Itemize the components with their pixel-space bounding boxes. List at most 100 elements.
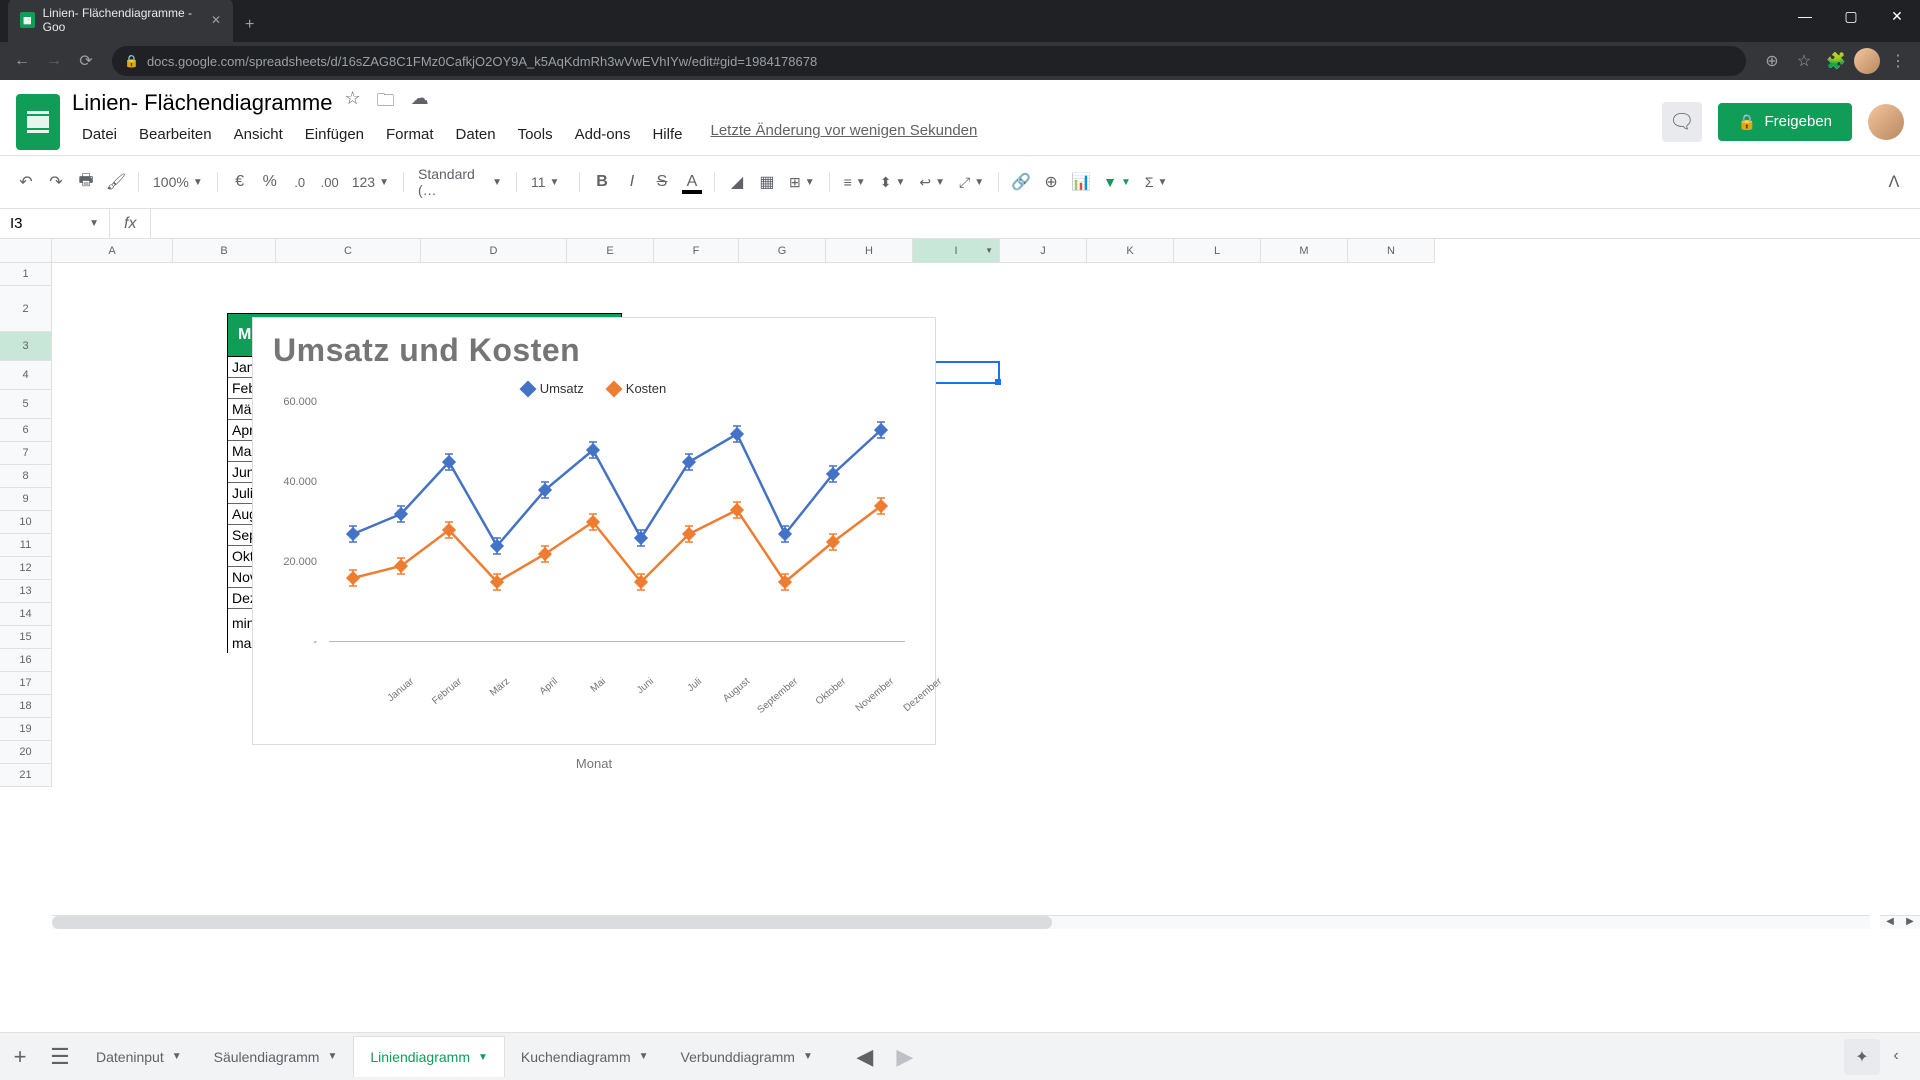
browser-profile-avatar[interactable] <box>1854 48 1880 74</box>
col-header-M[interactable]: M <box>1261 239 1348 263</box>
row-header-11[interactable]: 11 <box>0 534 52 557</box>
window-close[interactable]: ✕ <box>1874 0 1920 32</box>
paint-format-button[interactable]: 🖌 <box>102 168 130 196</box>
print-button[interactable]: 🖶 <box>72 168 100 196</box>
sheet-tab-verbunddiagramm[interactable]: Verbunddiagramm▼ <box>665 1036 829 1077</box>
menu-einfügen[interactable]: Einfügen <box>295 122 374 147</box>
functions-dropdown[interactable]: Σ▼ <box>1139 170 1174 194</box>
row-header-4[interactable]: 4 <box>0 361 52 390</box>
menu-format[interactable]: Format <box>376 122 444 147</box>
row-header-2[interactable]: 2 <box>0 286 52 332</box>
new-tab-button[interactable]: + <box>233 8 266 42</box>
share-button[interactable]: 🔒 Freigeben <box>1718 103 1852 141</box>
menu-bearbeiten[interactable]: Bearbeiten <box>129 122 222 147</box>
col-header-E[interactable]: E <box>567 239 654 263</box>
scroll-right-icon[interactable]: ▶ <box>1900 916 1920 929</box>
menu-add-ons[interactable]: Add-ons <box>565 122 641 147</box>
url-bar[interactable]: 🔒 docs.google.com/spreadsheets/d/16sZAG8… <box>112 46 1746 76</box>
reload-button[interactable]: ⟳ <box>72 47 100 75</box>
row-header-3[interactable]: 3 <box>0 332 52 361</box>
menu-tools[interactable]: Tools <box>508 122 563 147</box>
row-header-8[interactable]: 8 <box>0 465 52 488</box>
toolbar-collapse-icon[interactable]: ᐱ <box>1880 168 1908 196</box>
row-header-21[interactable]: 21 <box>0 764 52 787</box>
text-wrap-dropdown[interactable]: ↩▼ <box>913 170 951 195</box>
doc-title[interactable]: Linien- Flächendiagramme <box>72 90 332 116</box>
menu-ansicht[interactable]: Ansicht <box>224 122 293 147</box>
cell-grid[interactable]: M JanFebMärAprMaiJunJuliAugSepOktNovDezm… <box>52 263 1920 977</box>
move-icon[interactable]: 🗀 <box>377 88 395 118</box>
col-header-N[interactable]: N <box>1348 239 1435 263</box>
row-header-14[interactable]: 14 <box>0 603 52 626</box>
bookmark-icon[interactable]: ☆ <box>1790 47 1818 75</box>
horizontal-scrollbar[interactable] <box>52 915 1870 929</box>
undo-button[interactable]: ↶ <box>12 168 40 196</box>
decrease-decimal-button[interactable]: .0 <box>286 168 314 196</box>
merge-cells-dropdown[interactable]: ⊞▼ <box>783 170 821 195</box>
insert-chart-button[interactable]: 📊 <box>1067 168 1095 196</box>
col-header-C[interactable]: C <box>276 239 421 263</box>
sheet-tab-dateninput[interactable]: Dateninput▼ <box>80 1036 198 1077</box>
row-header-12[interactable]: 12 <box>0 557 52 580</box>
row-header-10[interactable]: 10 <box>0 511 52 534</box>
browser-tab-active[interactable]: ▦ Linien- Flächendiagramme - Goo ✕ <box>8 0 233 42</box>
last-edit-link[interactable]: Letzte Änderung vor wenigen Sekunden <box>710 122 977 147</box>
extensions-icon[interactable]: 🧩 <box>1822 47 1850 75</box>
horizontal-align-dropdown[interactable]: ≡▼ <box>838 170 872 194</box>
all-sheets-button[interactable]: ☰ <box>40 1037 80 1077</box>
formula-input[interactable] <box>151 209 1920 238</box>
col-header-F[interactable]: F <box>654 239 739 263</box>
sheet-tab-säulendiagramm[interactable]: Säulendiagramm▼ <box>198 1036 354 1077</box>
select-all-corner[interactable] <box>0 239 52 263</box>
col-header-L[interactable]: L <box>1174 239 1261 263</box>
back-button[interactable]: ← <box>8 47 36 75</box>
sheet-nav-right[interactable]: ▶ <box>885 1037 925 1077</box>
col-header-K[interactable]: K <box>1087 239 1174 263</box>
fill-color-button[interactable]: ◢ <box>723 168 751 196</box>
embedded-chart[interactable]: Umsatz und Kosten UmsatzKosten -20.00040… <box>252 317 936 745</box>
row-header-18[interactable]: 18 <box>0 695 52 718</box>
row-header-5[interactable]: 5 <box>0 390 52 419</box>
col-header-I[interactable]: I▼ <box>913 239 1000 263</box>
borders-button[interactable]: ▦ <box>753 168 781 196</box>
col-header-J[interactable]: J <box>1000 239 1087 263</box>
menu-hilfe[interactable]: Hilfe <box>642 122 692 147</box>
side-panel-toggle[interactable]: ‹ <box>1880 1040 1912 1072</box>
insert-link-button[interactable]: 🔗 <box>1007 168 1035 196</box>
row-header-16[interactable]: 16 <box>0 649 52 672</box>
zoom-icon[interactable]: ⊕ <box>1758 47 1786 75</box>
text-color-button[interactable]: A <box>678 168 706 196</box>
add-sheet-button[interactable]: + <box>0 1037 40 1077</box>
zoom-dropdown[interactable]: 100%▼ <box>147 170 209 194</box>
row-header-13[interactable]: 13 <box>0 580 52 603</box>
menu-datei[interactable]: Datei <box>72 122 127 147</box>
insert-comment-button[interactable]: ⊕ <box>1037 168 1065 196</box>
sheet-tab-liniendiagramm[interactable]: Liniendiagramm▼ <box>353 1036 505 1077</box>
italic-button[interactable]: I <box>618 168 646 196</box>
cloud-status-icon[interactable]: ☁ <box>411 88 429 118</box>
star-icon[interactable]: ☆ <box>344 88 360 118</box>
row-header-19[interactable]: 19 <box>0 718 52 741</box>
sheets-logo[interactable] <box>16 94 60 150</box>
sheet-tab-kuchendiagramm[interactable]: Kuchendiagramm▼ <box>505 1036 665 1077</box>
strikethrough-button[interactable]: S <box>648 168 676 196</box>
close-tab-icon[interactable]: ✕ <box>211 13 221 27</box>
row-header-6[interactable]: 6 <box>0 419 52 442</box>
font-dropdown[interactable]: Standard (…▼ <box>412 162 508 202</box>
explore-button[interactable]: ✦ <box>1844 1039 1880 1075</box>
percent-button[interactable]: % <box>256 168 284 196</box>
vertical-align-dropdown[interactable]: ⬍▼ <box>874 170 912 195</box>
window-minimize[interactable]: — <box>1782 0 1828 32</box>
row-header-7[interactable]: 7 <box>0 442 52 465</box>
window-maximize[interactable]: ▢ <box>1828 0 1874 32</box>
col-header-B[interactable]: B <box>173 239 276 263</box>
sheet-nav-left[interactable]: ◀ <box>845 1037 885 1077</box>
menu-daten[interactable]: Daten <box>446 122 506 147</box>
col-header-H[interactable]: H <box>826 239 913 263</box>
col-header-D[interactable]: D <box>421 239 567 263</box>
filter-button[interactable]: ▼▼ <box>1097 170 1137 194</box>
bold-button[interactable]: B <box>588 168 616 196</box>
scroll-left-icon[interactable]: ◀ <box>1880 916 1900 929</box>
row-header-9[interactable]: 9 <box>0 488 52 511</box>
number-format-dropdown[interactable]: 123▼ <box>346 170 395 194</box>
